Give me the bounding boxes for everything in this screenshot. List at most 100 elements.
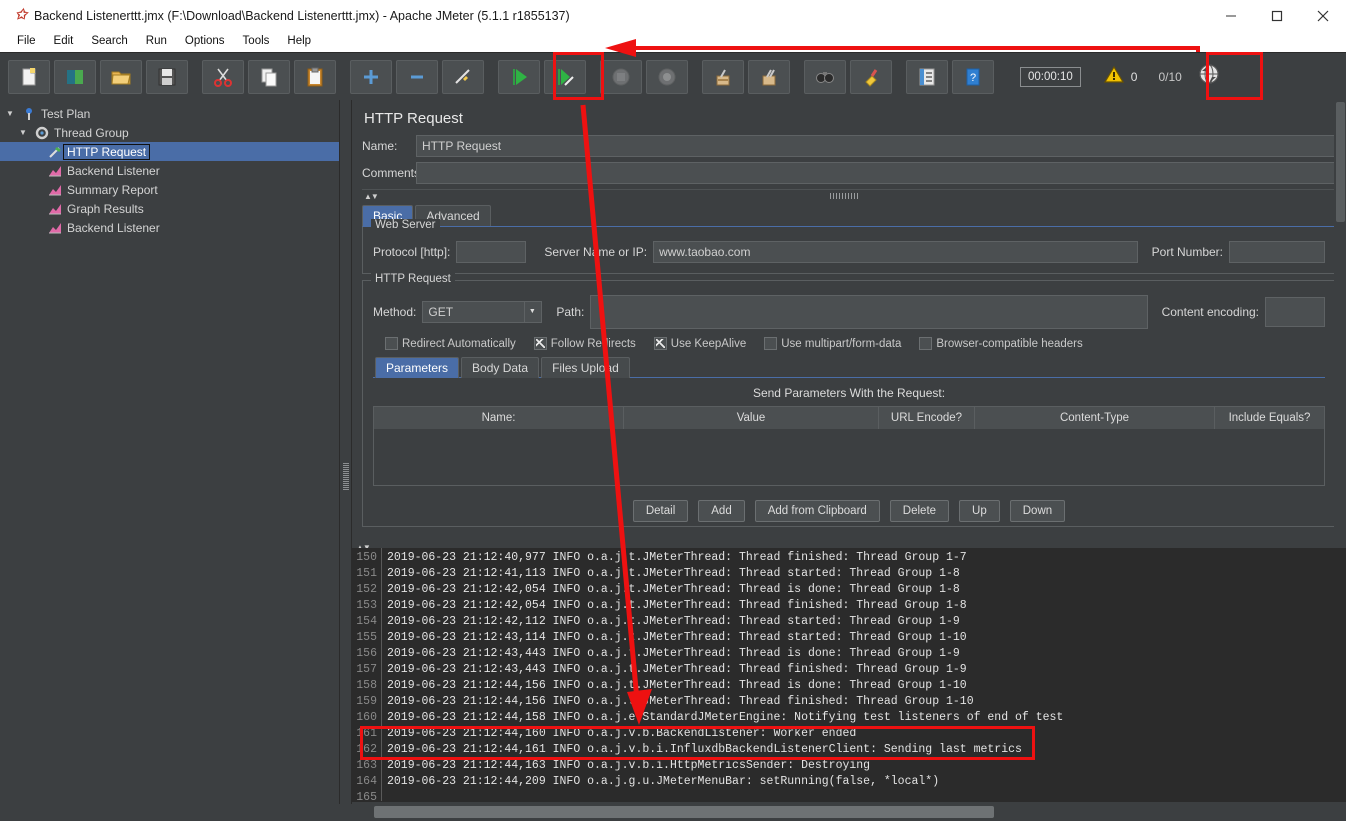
minimize-icon[interactable]	[1208, 0, 1254, 31]
browser-compatible-headers-label: Browser-compatible headers	[936, 337, 1083, 350]
chevron-down-icon[interactable]: ▼	[524, 302, 540, 322]
clear-all-button[interactable]	[748, 59, 790, 94]
scrollbar-thumb[interactable]	[1336, 102, 1345, 222]
use-keepalive-checkbox[interactable]	[653, 337, 667, 350]
tab-files-upload[interactable]: Files Upload	[541, 357, 630, 378]
add-button[interactable]: Add	[698, 500, 745, 522]
tree-node-label: Backend Listener	[67, 163, 160, 178]
column-value[interactable]: Value	[624, 407, 879, 429]
port-field[interactable]	[1229, 241, 1325, 263]
table-header-row: Name: Value URL Encode? Content-Type Inc…	[374, 407, 1324, 429]
templates-button[interactable]	[54, 59, 96, 94]
name-row: Name: HTTP Request	[362, 135, 1336, 157]
toggle-button[interactable]	[442, 59, 484, 94]
test-plan-tree[interactable]: ▼ Test Plan ▼ Thread Group HTTP Request	[0, 100, 340, 804]
listener-icon	[45, 202, 64, 216]
menu-help[interactable]: Help	[278, 31, 320, 52]
help-button[interactable]: ?	[952, 59, 994, 94]
column-include-equals[interactable]: Include Equals?	[1215, 407, 1324, 429]
add-from-clipboard-button[interactable]: Add from Clipboard	[754, 500, 880, 522]
scrollbar-thumb[interactable]	[374, 806, 994, 818]
port-label: Port Number:	[1151, 245, 1223, 259]
tree-node-label: Summary Report	[67, 182, 158, 197]
save-button[interactable]	[146, 59, 188, 94]
use-multipart-checkbox[interactable]	[764, 337, 778, 350]
main-vertical-scrollbar[interactable]	[1334, 100, 1346, 537]
comments-field[interactable]	[416, 162, 1336, 184]
shutdown-button[interactable]	[646, 59, 688, 94]
method-select[interactable]: GET ▼	[422, 301, 543, 323]
expand-all-button[interactable]	[350, 59, 392, 94]
log-line: 2019-06-23 21:12:43,443 INFO o.a.j.t.JMe…	[387, 647, 960, 660]
column-content-type[interactable]: Content-Type	[975, 407, 1215, 429]
name-field[interactable]: HTTP Request	[416, 135, 1336, 157]
tree-node-backend-listener-1[interactable]: Backend Listener	[0, 161, 339, 180]
content-encoding-field[interactable]	[1265, 297, 1325, 327]
log-console[interactable]: 150 151 152 153 154 155 156 157 158 159 160 16…	[352, 548, 1346, 801]
chevron-down-icon[interactable]: ▼	[19, 128, 32, 137]
paste-button[interactable]	[294, 59, 336, 94]
vertical-splitter[interactable]	[340, 100, 352, 804]
web-server-legend: Web Server	[371, 219, 440, 231]
copy-button[interactable]	[248, 59, 290, 94]
reset-search-button[interactable]	[850, 59, 892, 94]
tree-node-thread-group[interactable]: ▼ Thread Group	[0, 123, 339, 142]
table-body[interactable]	[374, 429, 1324, 485]
tree-node-backend-listener-2[interactable]: Backend Listener	[0, 218, 339, 237]
server-name-field[interactable]: www.taobao.com	[653, 241, 1138, 263]
function-helper-button[interactable]	[906, 59, 948, 94]
redirect-automatically-checkbox[interactable]	[385, 337, 398, 350]
column-url-encode[interactable]: URL Encode?	[879, 407, 975, 429]
menu-options[interactable]: Options	[176, 31, 234, 52]
log-line: 2019-06-23 21:12:42,054 INFO o.a.j.t.JMe…	[387, 599, 967, 612]
splitter-grip[interactable]	[343, 462, 349, 490]
search-button[interactable]	[804, 59, 846, 94]
parameters-table[interactable]: Name: Value URL Encode? Content-Type Inc…	[373, 406, 1325, 486]
tree-node-test-plan[interactable]: ▼ Test Plan	[0, 104, 339, 123]
start-button-highlight	[553, 52, 604, 100]
tree-node-summary-report[interactable]: Summary Report	[0, 180, 339, 199]
menu-tools[interactable]: Tools	[234, 31, 279, 52]
line-number: 156	[356, 647, 377, 660]
warning-indicator[interactable]: 0	[1097, 61, 1145, 93]
new-button[interactable]	[8, 59, 50, 94]
collapse-arrows-icon[interactable]: ▲▼	[362, 192, 379, 201]
menu-file[interactable]: File	[8, 31, 45, 52]
maximize-icon[interactable]	[1254, 0, 1300, 31]
log-splitter[interactable]: ▲▼	[352, 537, 1346, 552]
open-button[interactable]	[100, 59, 142, 94]
close-icon[interactable]	[1300, 0, 1346, 31]
browser-compatible-headers-checkbox[interactable]	[919, 337, 933, 350]
comments-row: Comments:	[362, 162, 1336, 184]
clear-button[interactable]	[702, 59, 744, 94]
cut-button[interactable]	[202, 59, 244, 94]
protocol-field[interactable]	[456, 241, 527, 263]
stop-button[interactable]	[600, 59, 642, 94]
drag-dots-icon[interactable]	[830, 193, 860, 199]
delete-button[interactable]: Delete	[889, 500, 950, 522]
menu-edit[interactable]: Edit	[45, 31, 83, 52]
log-horizontal-scrollbar[interactable]	[352, 801, 1346, 821]
up-button[interactable]: Up	[959, 500, 1000, 522]
column-name[interactable]: Name:	[374, 407, 624, 429]
follow-redirects-checkbox[interactable]	[533, 337, 547, 350]
line-number: 155	[356, 631, 377, 644]
detail-button[interactable]: Detail	[632, 500, 689, 522]
title-bar: ✩ Backend Listenerttt.jmx (F:\Download\B…	[0, 0, 1346, 31]
tree-node-label: Test Plan	[41, 106, 91, 121]
tab-parameters[interactable]: Parameters	[375, 357, 460, 378]
parameters-buttons: Detail Add Add from Clipboard Delete Up …	[373, 500, 1325, 522]
menu-search[interactable]: Search	[82, 31, 136, 52]
path-field[interactable]	[590, 295, 1148, 329]
collapse-bar[interactable]: ▲▼	[362, 189, 1336, 202]
down-button[interactable]: Down	[1009, 500, 1066, 522]
menu-run[interactable]: Run	[137, 31, 176, 52]
start-button[interactable]	[498, 59, 540, 94]
tree-node-graph-results[interactable]: Graph Results	[0, 199, 339, 218]
test-plan-icon	[19, 107, 38, 121]
tree-node-http-request[interactable]: HTTP Request	[0, 142, 339, 161]
tab-body-data[interactable]: Body Data	[461, 357, 540, 378]
collapse-all-button[interactable]	[396, 59, 438, 94]
path-label: Path:	[556, 305, 585, 319]
chevron-down-icon[interactable]: ▼	[6, 109, 19, 118]
